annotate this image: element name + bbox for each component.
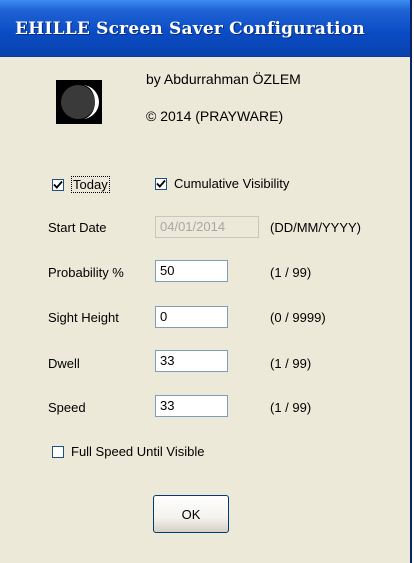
full-speed-check-box[interactable] — [52, 445, 64, 458]
ok-button[interactable]: OK — [153, 495, 229, 533]
start-date-label: Start Date — [48, 220, 107, 235]
checkmark-icon — [156, 179, 166, 188]
speed-label: Speed — [48, 400, 86, 415]
dwell-hint: (1 / 99) — [270, 356, 312, 371]
probability-hint: (1 / 99) — [270, 265, 312, 280]
full-speed-checkbox[interactable]: Full Speed Until Visible — [52, 444, 204, 459]
dwell-label: Dwell — [48, 356, 80, 371]
today-check-box[interactable] — [52, 178, 64, 191]
sight-height-field[interactable]: 0 — [155, 306, 228, 328]
sight-height-hint: (0 / 9999) — [270, 310, 326, 325]
config-dialog: EHILLE Screen Saver Configuration by Abd… — [0, 0, 412, 563]
author-text: by Abdurrahman ÖZLEM — [146, 71, 301, 87]
copyright-text: © 2014 (PRAYWARE) — [146, 108, 284, 124]
probability-field[interactable]: 50 — [155, 260, 228, 282]
full-speed-label: Full Speed Until Visible — [71, 444, 205, 459]
today-label: Today — [71, 176, 110, 193]
dwell-field[interactable]: 33 — [155, 350, 228, 372]
start-date-field: 04/01/2014 — [155, 216, 259, 238]
ok-button-label: OK — [181, 506, 201, 522]
probability-label: Probability % — [48, 265, 124, 280]
cumulative-check-box[interactable] — [155, 177, 167, 190]
speed-hint: (1 / 99) — [270, 400, 312, 415]
sight-height-label: Sight Height — [48, 310, 119, 325]
cumulative-label: Cumulative Visibility — [174, 176, 290, 191]
title-bar[interactable]: EHILLE Screen Saver Configuration — [0, 0, 410, 57]
today-checkbox[interactable]: Today — [52, 176, 110, 193]
window-title: EHILLE Screen Saver Configuration — [15, 19, 365, 39]
moon-icon — [56, 80, 102, 124]
checkmark-icon — [53, 180, 63, 189]
speed-field[interactable]: 33 — [155, 395, 228, 417]
start-date-hint: (DD/MM/YYYY) — [270, 220, 361, 235]
cumulative-visibility-checkbox[interactable]: Cumulative Visibility — [155, 176, 289, 191]
